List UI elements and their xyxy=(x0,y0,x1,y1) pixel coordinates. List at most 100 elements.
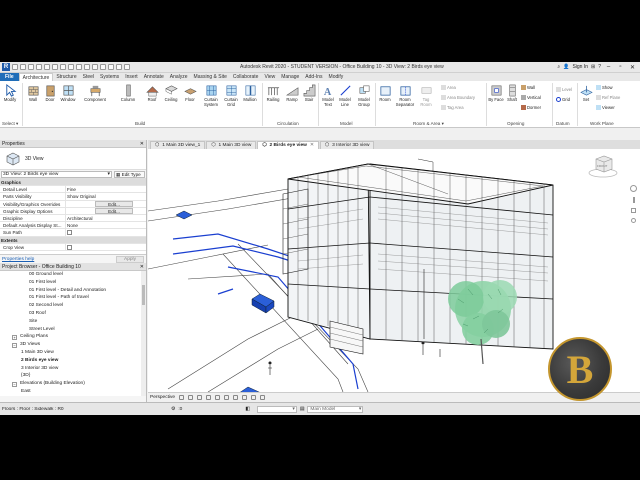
browser-node[interactable]: 01 First level - Detail and Annotation xyxy=(0,287,146,295)
search-icon[interactable]: ⌕ xyxy=(557,64,560,70)
expand-toggle-icon[interactable]: + xyxy=(12,334,17,340)
open-icon[interactable] xyxy=(12,64,18,70)
tab-architecture[interactable]: Architecture xyxy=(18,73,54,81)
dormer-button[interactable]: Dormer xyxy=(521,105,541,110)
text-icon[interactable] xyxy=(84,64,90,70)
property-row[interactable]: Detail Level Fine xyxy=(0,186,146,194)
viewcube[interactable]: FRONT xyxy=(588,153,618,179)
view-tab[interactable]: ⬡ 1 Main 3D view_1 xyxy=(150,141,206,149)
tab-add-ins[interactable]: Add-Ins xyxy=(302,73,325,81)
editable-only-icon[interactable]: ▤ xyxy=(300,407,305,412)
browser-node[interactable]: 00 Ground level xyxy=(0,271,146,279)
browser-node[interactable]: 01 First level xyxy=(0,279,146,287)
detail-level-icon[interactable] xyxy=(179,394,185,400)
scroll-thumb[interactable] xyxy=(142,285,145,305)
property-group-extents[interactable]: Extents xyxy=(0,236,146,244)
3d-view-icon[interactable] xyxy=(92,64,98,70)
tab-massing-site[interactable]: Massing & Site xyxy=(191,73,230,81)
browser-node[interactable]: + Ceiling Plans xyxy=(0,333,146,341)
mullion-button[interactable]: Mullion xyxy=(240,84,260,103)
tab-file[interactable]: File xyxy=(0,73,19,81)
show-button[interactable]: Show xyxy=(596,85,612,90)
close-icon[interactable]: ✕ xyxy=(140,140,144,148)
browser-node[interactable]: 03 Roof xyxy=(0,310,146,318)
close-tab-icon[interactable]: ✕ xyxy=(310,142,314,149)
window-button[interactable]: Window xyxy=(58,84,78,103)
level-button[interactable]: Level xyxy=(556,87,572,92)
cart-icon[interactable]: ⊞ xyxy=(591,64,595,70)
sun-path-checkbox[interactable] xyxy=(67,230,72,236)
browser-node[interactable]: 3 Interior 3D view xyxy=(0,365,146,373)
tab-steel[interactable]: Steel xyxy=(80,73,97,81)
tab-view[interactable]: View xyxy=(261,73,278,81)
property-row[interactable]: Default Analysis Display St... None xyxy=(0,222,146,230)
area-button[interactable]: Area xyxy=(441,85,456,90)
property-row[interactable]: Discipline Architectural xyxy=(0,214,146,223)
tab-manage[interactable]: Manage xyxy=(278,73,302,81)
expand-toggle-icon[interactable]: − xyxy=(12,342,17,348)
ref-plane-button[interactable]: Ref Plane xyxy=(596,95,620,100)
grid-button[interactable]: Grid xyxy=(556,97,570,102)
model-group-button[interactable]: Model Group xyxy=(355,84,373,107)
tag-room-button[interactable]: Tag Room xyxy=(418,84,434,107)
ceiling-button[interactable]: Ceiling xyxy=(161,84,181,103)
maximize-button[interactable]: ▫ xyxy=(616,64,625,71)
tab-systems[interactable]: Systems xyxy=(97,73,122,81)
floor-button[interactable]: Floor xyxy=(181,84,199,103)
reveal-hidden-icon[interactable] xyxy=(260,394,266,400)
edit-type-button[interactable]: ▦ Edit Type xyxy=(114,170,145,178)
tab-annotate[interactable]: Annotate xyxy=(141,73,167,81)
property-row[interactable]: Visibility/Graphics Overrides Edit... xyxy=(0,200,146,208)
visual-style-icon[interactable] xyxy=(188,394,194,400)
roof-button[interactable]: Roof xyxy=(144,84,160,103)
browser-node[interactable]: − Elevations (Building Elevation) xyxy=(0,380,146,388)
modify-button[interactable]: Modify xyxy=(2,84,18,103)
expand-toggle-icon[interactable]: − xyxy=(12,381,17,387)
close-icon[interactable]: ✕ xyxy=(140,263,144,271)
door-button[interactable]: Door xyxy=(42,84,58,103)
property-value[interactable]: Show Original xyxy=(66,193,146,199)
show-crop-icon[interactable] xyxy=(233,394,239,400)
browser-node[interactable]: 02 Second level xyxy=(0,302,146,310)
shadows-icon[interactable] xyxy=(206,394,212,400)
tab-insert[interactable]: Insert xyxy=(122,73,141,81)
dimension-icon[interactable] xyxy=(68,64,74,70)
steering-wheel-icon[interactable] xyxy=(630,185,637,192)
redo-icon[interactable] xyxy=(44,64,50,70)
model-line-button[interactable]: Model Line xyxy=(337,84,353,107)
browser-node[interactable]: −3D Views xyxy=(0,341,146,349)
crop-view-icon[interactable] xyxy=(224,394,230,400)
undo-icon[interactable] xyxy=(36,64,42,70)
wall-button[interactable]: Wall xyxy=(24,84,42,103)
property-row[interactable]: Sun Path xyxy=(0,229,146,237)
sign-in-link[interactable]: Sign In xyxy=(572,64,588,70)
by-face-button[interactable]: By Face xyxy=(488,84,504,103)
area-boundary-button[interactable]: Area Boundary xyxy=(441,95,475,100)
lock-3d-icon[interactable] xyxy=(242,394,248,400)
set-button[interactable]: Set xyxy=(579,84,593,103)
zoom-icon[interactable] xyxy=(632,197,635,203)
design-option-dropdown[interactable]: Main Model xyxy=(307,405,364,413)
view-tab-active[interactable]: ⬡ 2 Birds eye view ✕ xyxy=(257,141,319,149)
browser-node[interactable]: Site xyxy=(0,318,146,326)
instance-filter-dropdown[interactable]: 3D View: 2 Birds eye view xyxy=(1,170,112,178)
property-group-graphics[interactable]: Graphics xyxy=(0,179,146,187)
tab-collaborate[interactable]: Collaborate xyxy=(230,73,262,81)
browser-node[interactable]: 1 Main 3D view xyxy=(0,349,146,357)
browser-node[interactable]: East xyxy=(0,388,146,396)
workset-dropdown[interactable] xyxy=(256,405,297,413)
select-dropdown[interactable]: Select ▾ xyxy=(2,121,18,127)
tag-icon[interactable] xyxy=(76,64,82,70)
property-value[interactable]: Architectural xyxy=(66,215,146,221)
stair-button[interactable]: Stair xyxy=(301,84,317,103)
minimize-button[interactable]: – xyxy=(604,64,613,71)
room-separator-button[interactable]: Room Separator xyxy=(393,84,417,107)
curtain-grid-button[interactable]: Curtain Grid xyxy=(221,84,241,107)
curtain-system-button[interactable]: Curtain System xyxy=(200,84,222,107)
railing-button[interactable]: Railing xyxy=(264,84,282,103)
revit-app-icon[interactable]: R xyxy=(2,63,10,71)
temporary-hide-icon[interactable] xyxy=(251,394,257,400)
vg-overrides-edit-button[interactable]: Edit... xyxy=(95,200,133,207)
properties-help-link[interactable]: Properties help xyxy=(2,257,34,262)
switch-windows-icon[interactable] xyxy=(124,64,130,70)
